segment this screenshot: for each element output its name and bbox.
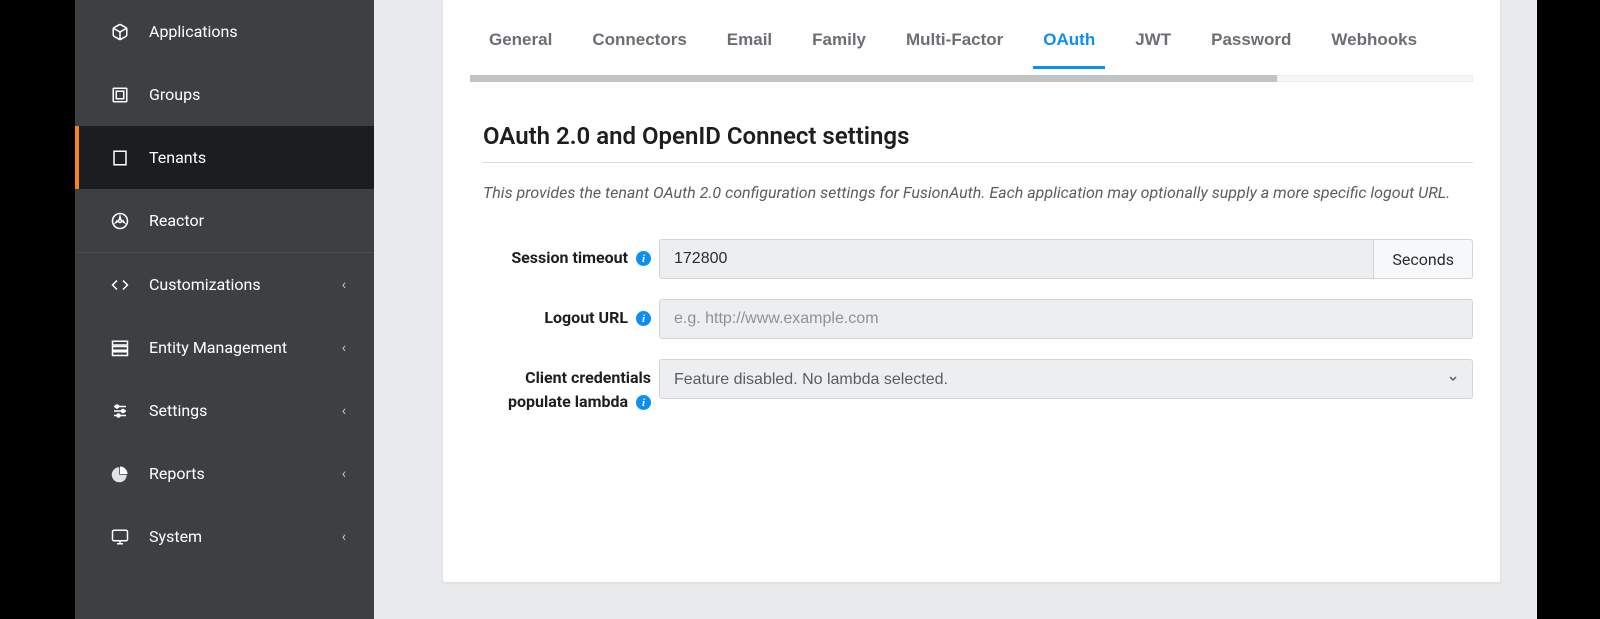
session-timeout-input[interactable]: [659, 239, 1374, 279]
chevron-left-icon: ‹: [342, 277, 346, 293]
tab-bar: General Connectors Email Family Multi-Fa…: [443, 0, 1500, 68]
label-client-credentials-lambda: Client credentials populate lambda i: [483, 359, 659, 414]
chevron-left-icon: ‹: [342, 403, 346, 419]
sidebar-item-label: Groups: [149, 85, 346, 104]
sidebar-item-label: Applications: [149, 22, 346, 41]
sidebar-item-label: Entity Management: [149, 338, 342, 357]
monitor-icon: [109, 528, 131, 546]
group-icon: [109, 86, 131, 104]
row-client-credentials-lambda: Client credentials populate lambda i Fea…: [483, 359, 1473, 414]
label-session-timeout: Session timeout i: [483, 239, 659, 270]
sidebar-item-label: System: [149, 527, 342, 546]
sidebar-item-reports[interactable]: Reports ‹: [75, 442, 374, 505]
session-timeout-unit: Seconds: [1374, 239, 1473, 279]
tab-webhooks[interactable]: Webhooks: [1331, 30, 1417, 68]
main-content: General Connectors Email Family Multi-Fa…: [374, 0, 1537, 619]
info-icon[interactable]: i: [636, 395, 651, 410]
tab-email[interactable]: Email: [727, 30, 772, 68]
tab-scrollbar[interactable]: [470, 75, 1473, 82]
code-icon: [109, 276, 131, 294]
info-icon[interactable]: i: [636, 251, 651, 266]
sidebar-item-reactor[interactable]: Reactor: [75, 189, 374, 252]
sidebar-item-customizations[interactable]: Customizations ‹: [75, 253, 374, 316]
label-logout-url: Logout URL i: [483, 299, 659, 330]
sidebar-item-system[interactable]: System ‹: [75, 505, 374, 568]
chevron-left-icon: ‹: [342, 466, 346, 482]
sidebar-item-label: Customizations: [149, 275, 342, 294]
building-icon: [109, 149, 131, 167]
logout-url-input[interactable]: [659, 299, 1473, 339]
sidebar-item-label: Reactor: [149, 211, 346, 230]
info-icon[interactable]: i: [636, 311, 651, 326]
sliders-icon: [109, 402, 131, 420]
sidebar-item-tenants[interactable]: Tenants: [75, 126, 374, 189]
tab-oauth[interactable]: OAuth: [1043, 30, 1095, 68]
sidebar-item-label: Settings: [149, 401, 342, 420]
section-title: OAuth 2.0 and OpenID Connect settings: [483, 122, 1473, 163]
row-logout-url: Logout URL i: [483, 299, 1473, 339]
tab-password[interactable]: Password: [1211, 30, 1291, 68]
radiation-icon: [109, 212, 131, 230]
sidebar-item-settings[interactable]: Settings ‹: [75, 379, 374, 442]
tab-general[interactable]: General: [489, 30, 552, 68]
row-session-timeout: Session timeout i Seconds: [483, 239, 1473, 279]
tab-multi-factor[interactable]: Multi-Factor: [906, 30, 1003, 68]
sidebar-item-entity-management[interactable]: Entity Management ‹: [75, 316, 374, 379]
sidebar-item-applications[interactable]: Applications: [75, 0, 374, 63]
sidebar-item-groups[interactable]: Groups: [75, 63, 374, 126]
section-description: This provides the tenant OAuth 2.0 confi…: [483, 181, 1473, 205]
server-icon: [109, 339, 131, 357]
oauth-form: Session timeout i Seconds Logout URL i: [483, 239, 1473, 414]
client-credentials-lambda-select[interactable]: Feature disabled. No lambda selected.: [659, 359, 1473, 399]
sidebar: Applications Groups Tenants Reactor Cus: [75, 0, 374, 619]
tab-jwt[interactable]: JWT: [1135, 30, 1171, 68]
tab-family[interactable]: Family: [812, 30, 866, 68]
tab-connectors[interactable]: Connectors: [592, 30, 686, 68]
pie-chart-icon: [109, 465, 131, 483]
chevron-left-icon: ‹: [342, 340, 346, 356]
sidebar-item-label: Reports: [149, 464, 342, 483]
cube-icon: [109, 23, 131, 41]
sidebar-item-label: Tenants: [149, 148, 346, 167]
settings-panel: General Connectors Email Family Multi-Fa…: [443, 0, 1500, 582]
chevron-left-icon: ‹: [342, 529, 346, 545]
